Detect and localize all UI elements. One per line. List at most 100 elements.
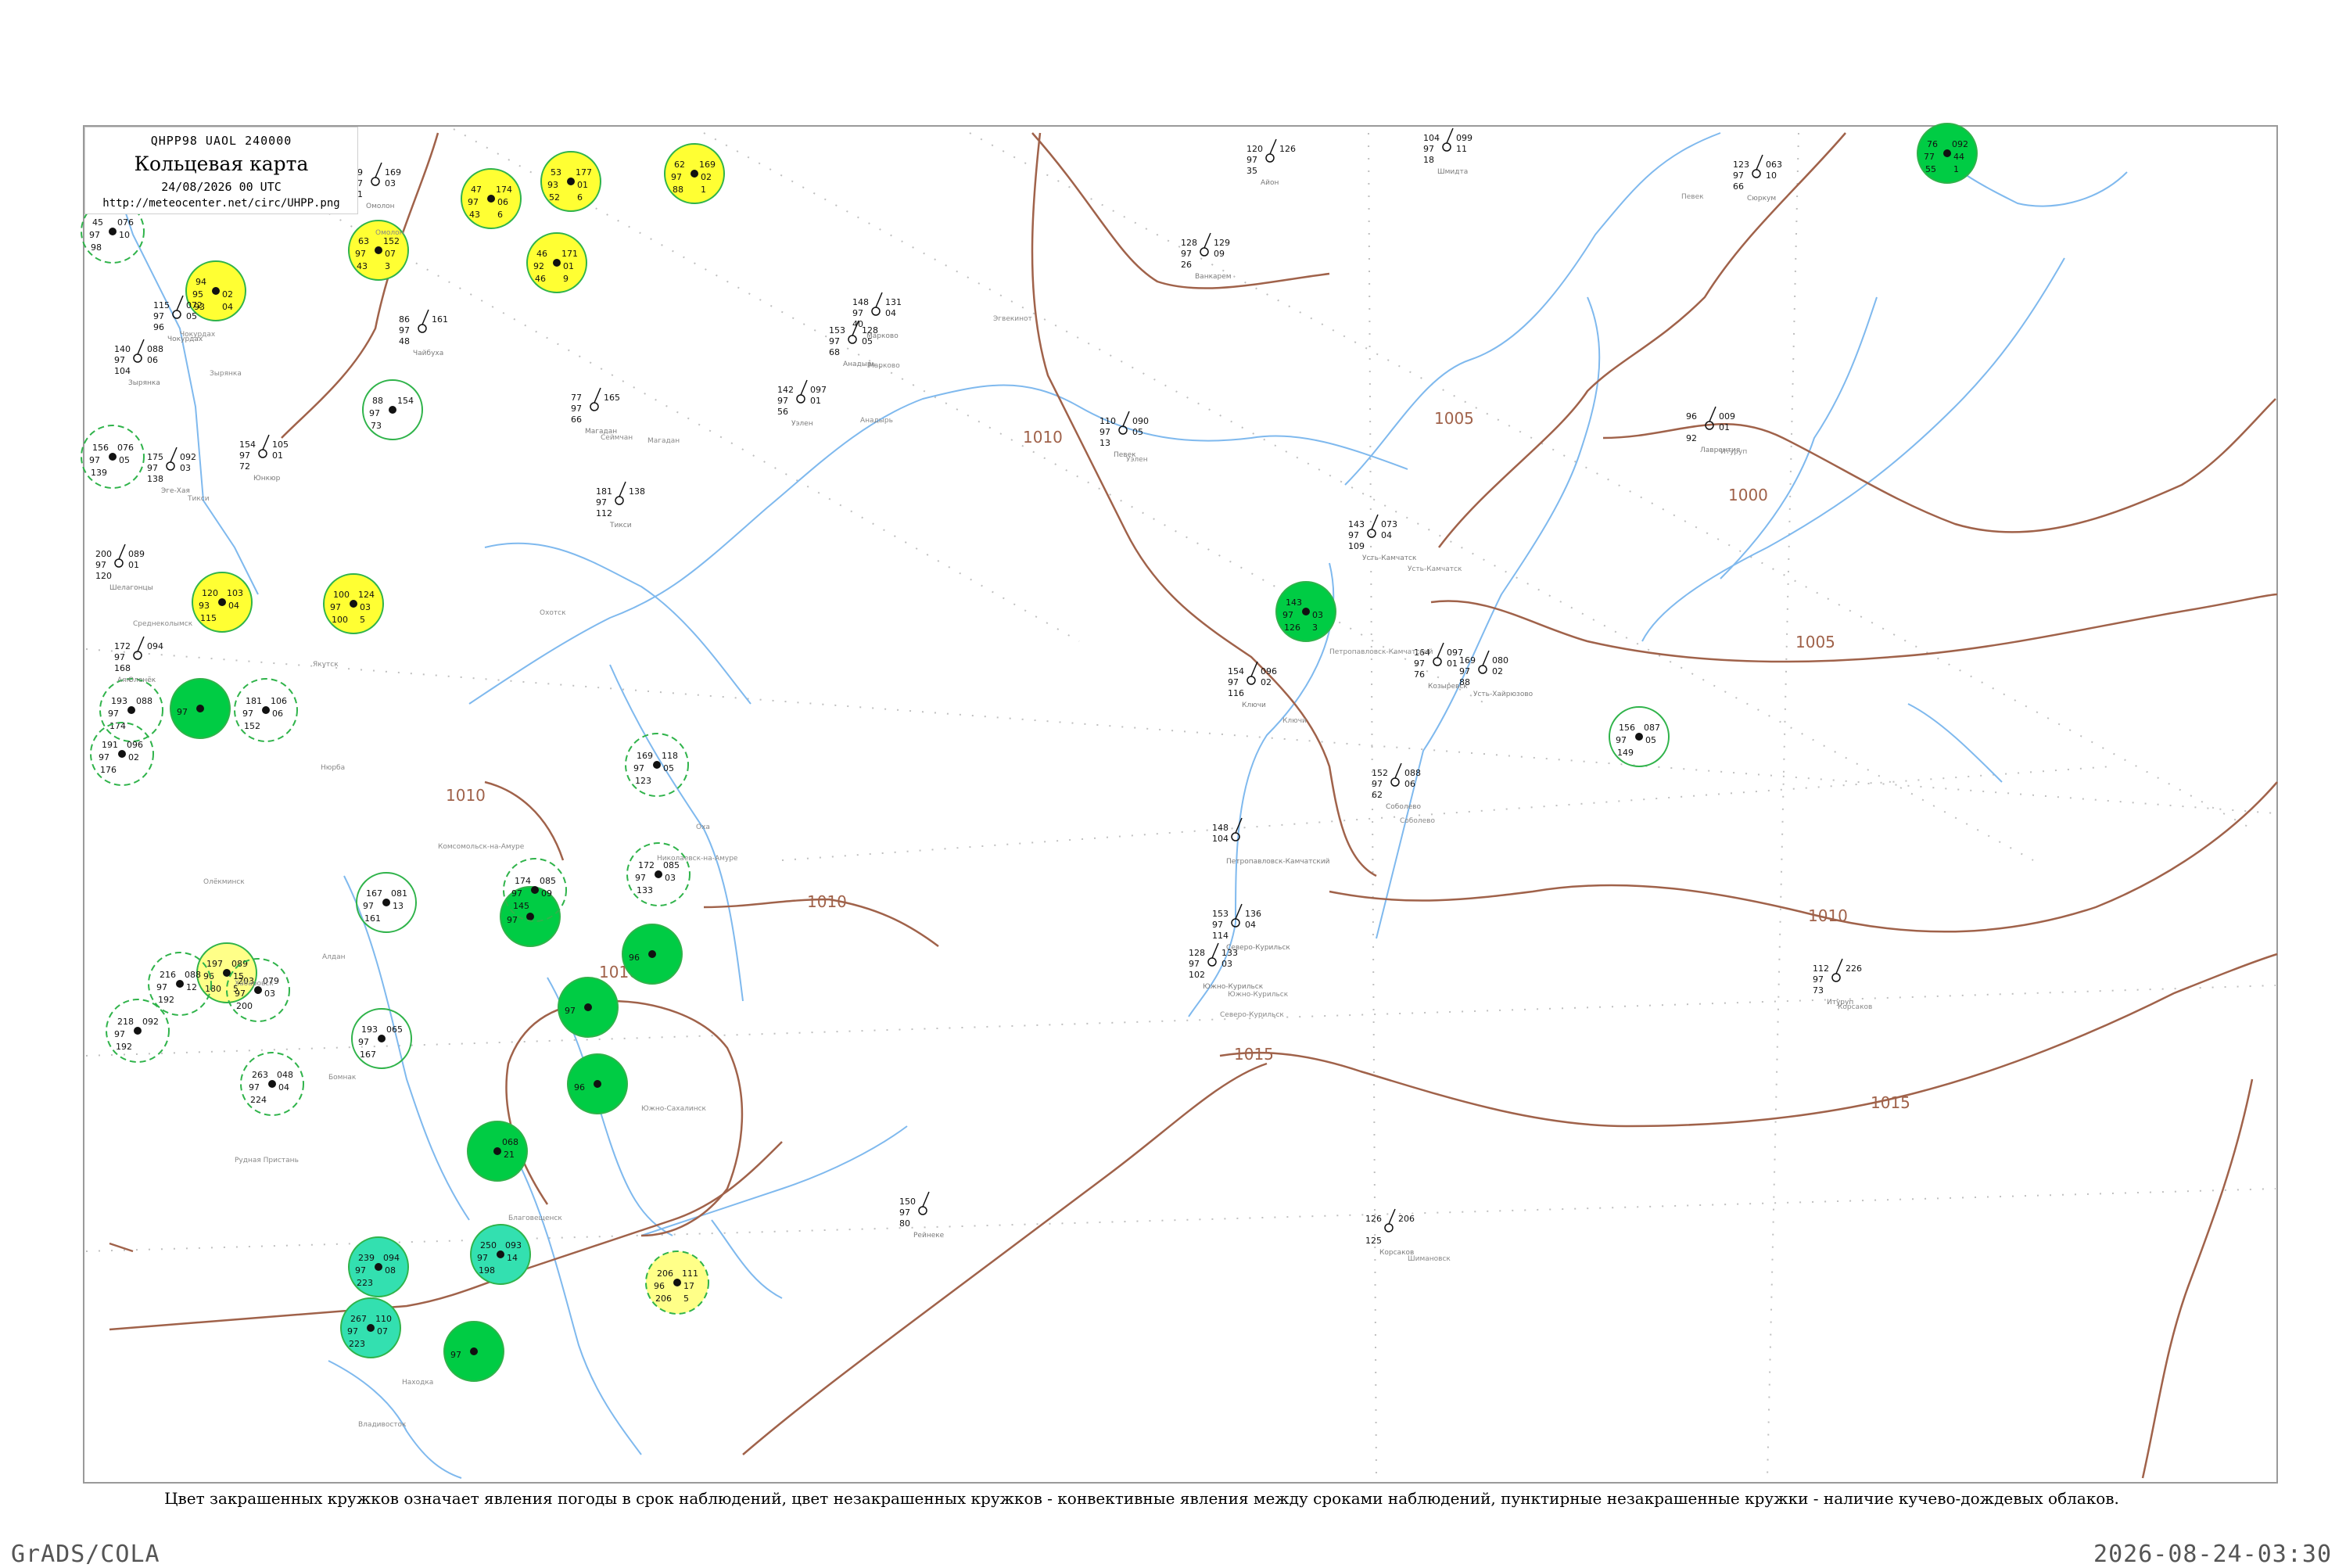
station-value: 97 xyxy=(156,982,167,992)
station-plot: 154 096 97 02 116 Ключи xyxy=(1228,661,1277,709)
place-name: Корсаков xyxy=(1838,1003,1872,1011)
station-value: 3 xyxy=(1312,623,1318,633)
station-marker xyxy=(848,335,857,344)
station-circle: 193 065 97 167 xyxy=(351,1008,412,1069)
station-value: 096 xyxy=(1261,666,1277,676)
station-dot xyxy=(134,1027,142,1035)
station-circle: 203 07997 03200 xyxy=(226,958,290,1022)
place-name: Усть-Камчатск xyxy=(1408,565,1462,573)
station-marker xyxy=(133,353,142,363)
station-value: 089 xyxy=(128,549,145,559)
place-name: Рудная Пристань xyxy=(235,1157,299,1164)
isobar-label: 1010 xyxy=(1023,428,1063,447)
station-dot xyxy=(212,287,220,295)
station-circle: 167 081 97 13 161 xyxy=(356,872,417,933)
station-value: 126 xyxy=(1279,144,1296,154)
station-value: 104 xyxy=(114,366,131,376)
station-value: 115 xyxy=(200,613,217,623)
station-value: 176 xyxy=(100,765,117,775)
wind-barb xyxy=(137,339,145,355)
station-value: 97 xyxy=(95,560,106,570)
place-name: Якутск xyxy=(313,661,339,669)
station-value: 12 xyxy=(186,982,197,992)
station-value: 97 xyxy=(347,1326,358,1337)
station-value: 46 xyxy=(535,274,546,284)
station-value: 09 xyxy=(541,888,552,899)
station-dot xyxy=(493,1147,501,1155)
station-value: 148 xyxy=(852,297,869,307)
station-value: 05 xyxy=(1645,735,1656,745)
station-value: 114 xyxy=(1212,931,1229,941)
station-value: 1 xyxy=(701,185,706,195)
station-value: 076 xyxy=(117,217,134,228)
station-plot: 126 206125Корсаков xyxy=(1365,1208,1415,1257)
station-name: Уэлен xyxy=(791,420,813,428)
station-name: Шелагонцы xyxy=(109,584,153,592)
station-value: 139 xyxy=(91,468,107,478)
station-value: 068 xyxy=(502,1137,518,1147)
station-value: 10 xyxy=(1766,170,1777,181)
station-value: 97 xyxy=(596,497,607,508)
station-value: 03 xyxy=(1221,959,1232,969)
station-dot xyxy=(367,1324,375,1332)
station-value: 123 xyxy=(635,776,651,786)
station-value: 66 xyxy=(1733,181,1744,192)
weather-map: 1010 1005 1000 1005 1010 1010 1010 1015 … xyxy=(81,123,2278,1484)
station-value: 175 xyxy=(147,452,163,462)
station-value: 46 xyxy=(536,249,547,259)
station-plot: 140 088 97 06 104 Зырянка xyxy=(114,339,163,387)
station-name: Шмидта xyxy=(1437,168,1468,176)
station-value: 94 xyxy=(196,277,206,287)
station-value: 149 xyxy=(1617,748,1634,758)
station-value: 68 xyxy=(829,347,840,357)
station-value: 174 xyxy=(496,185,512,195)
station-marker xyxy=(1433,657,1442,666)
station-plot: 112 2269773Итуруп xyxy=(1813,958,1862,1006)
station-value: 18 xyxy=(1423,155,1434,165)
station-name: Эге-Хая xyxy=(161,487,190,495)
place-name: Охотск xyxy=(540,609,566,617)
station-value: 97 xyxy=(1414,658,1425,669)
station-value: 03 xyxy=(665,873,676,883)
station-value: 13 xyxy=(1099,438,1110,448)
station-value: 97 xyxy=(399,325,410,335)
station-value: 04 xyxy=(228,601,239,611)
station-plots: 49169970321Омолон861619748Чайбуха7716597… xyxy=(95,127,1862,1257)
station-value: 76 xyxy=(1414,669,1425,680)
station-plot: 120 126 9735 Айон xyxy=(1247,138,1296,187)
station-value: 03 xyxy=(180,463,191,473)
isobars xyxy=(109,132,2278,1479)
wind-barb xyxy=(1709,406,1716,422)
station-value: 198 xyxy=(479,1265,495,1276)
station-marker xyxy=(1384,1223,1394,1233)
station-dot xyxy=(176,980,184,988)
station-name: Юнкюр xyxy=(253,475,281,483)
wind-barb xyxy=(800,379,808,396)
station-dot xyxy=(648,950,656,958)
station-value: 109 xyxy=(1348,541,1365,551)
station-circle: 191 096 97 02 176 xyxy=(90,722,154,786)
station-dot xyxy=(375,1263,382,1271)
station-value: 128 xyxy=(1189,948,1205,958)
station-name: Омолон xyxy=(366,203,395,210)
station-marker xyxy=(258,449,267,458)
station-name: Ванкарем xyxy=(1195,273,1232,281)
station-marker xyxy=(371,177,380,186)
station-value: 04 xyxy=(1381,530,1392,540)
station-circle: 97 xyxy=(170,678,231,739)
station-value: 181 xyxy=(246,696,262,706)
station-value: 226 xyxy=(1846,963,1862,974)
station-value: 153 xyxy=(829,325,845,335)
station-value: 96 xyxy=(574,1082,585,1093)
station-circle: 53 177 93 01 52 6 xyxy=(540,151,601,212)
station-value: 72 xyxy=(239,461,250,472)
station-value: 088 xyxy=(147,344,163,354)
station-value: 97 xyxy=(829,336,840,346)
station-value: 094 xyxy=(147,641,163,651)
station-value: 124 xyxy=(358,590,375,600)
station-circle: 120 103 93 04 115 xyxy=(192,572,253,633)
station-value: 116 xyxy=(1228,688,1244,698)
station-value: 087 xyxy=(1644,723,1660,733)
station-dot xyxy=(526,913,534,920)
station-value: 62 xyxy=(1372,790,1383,800)
